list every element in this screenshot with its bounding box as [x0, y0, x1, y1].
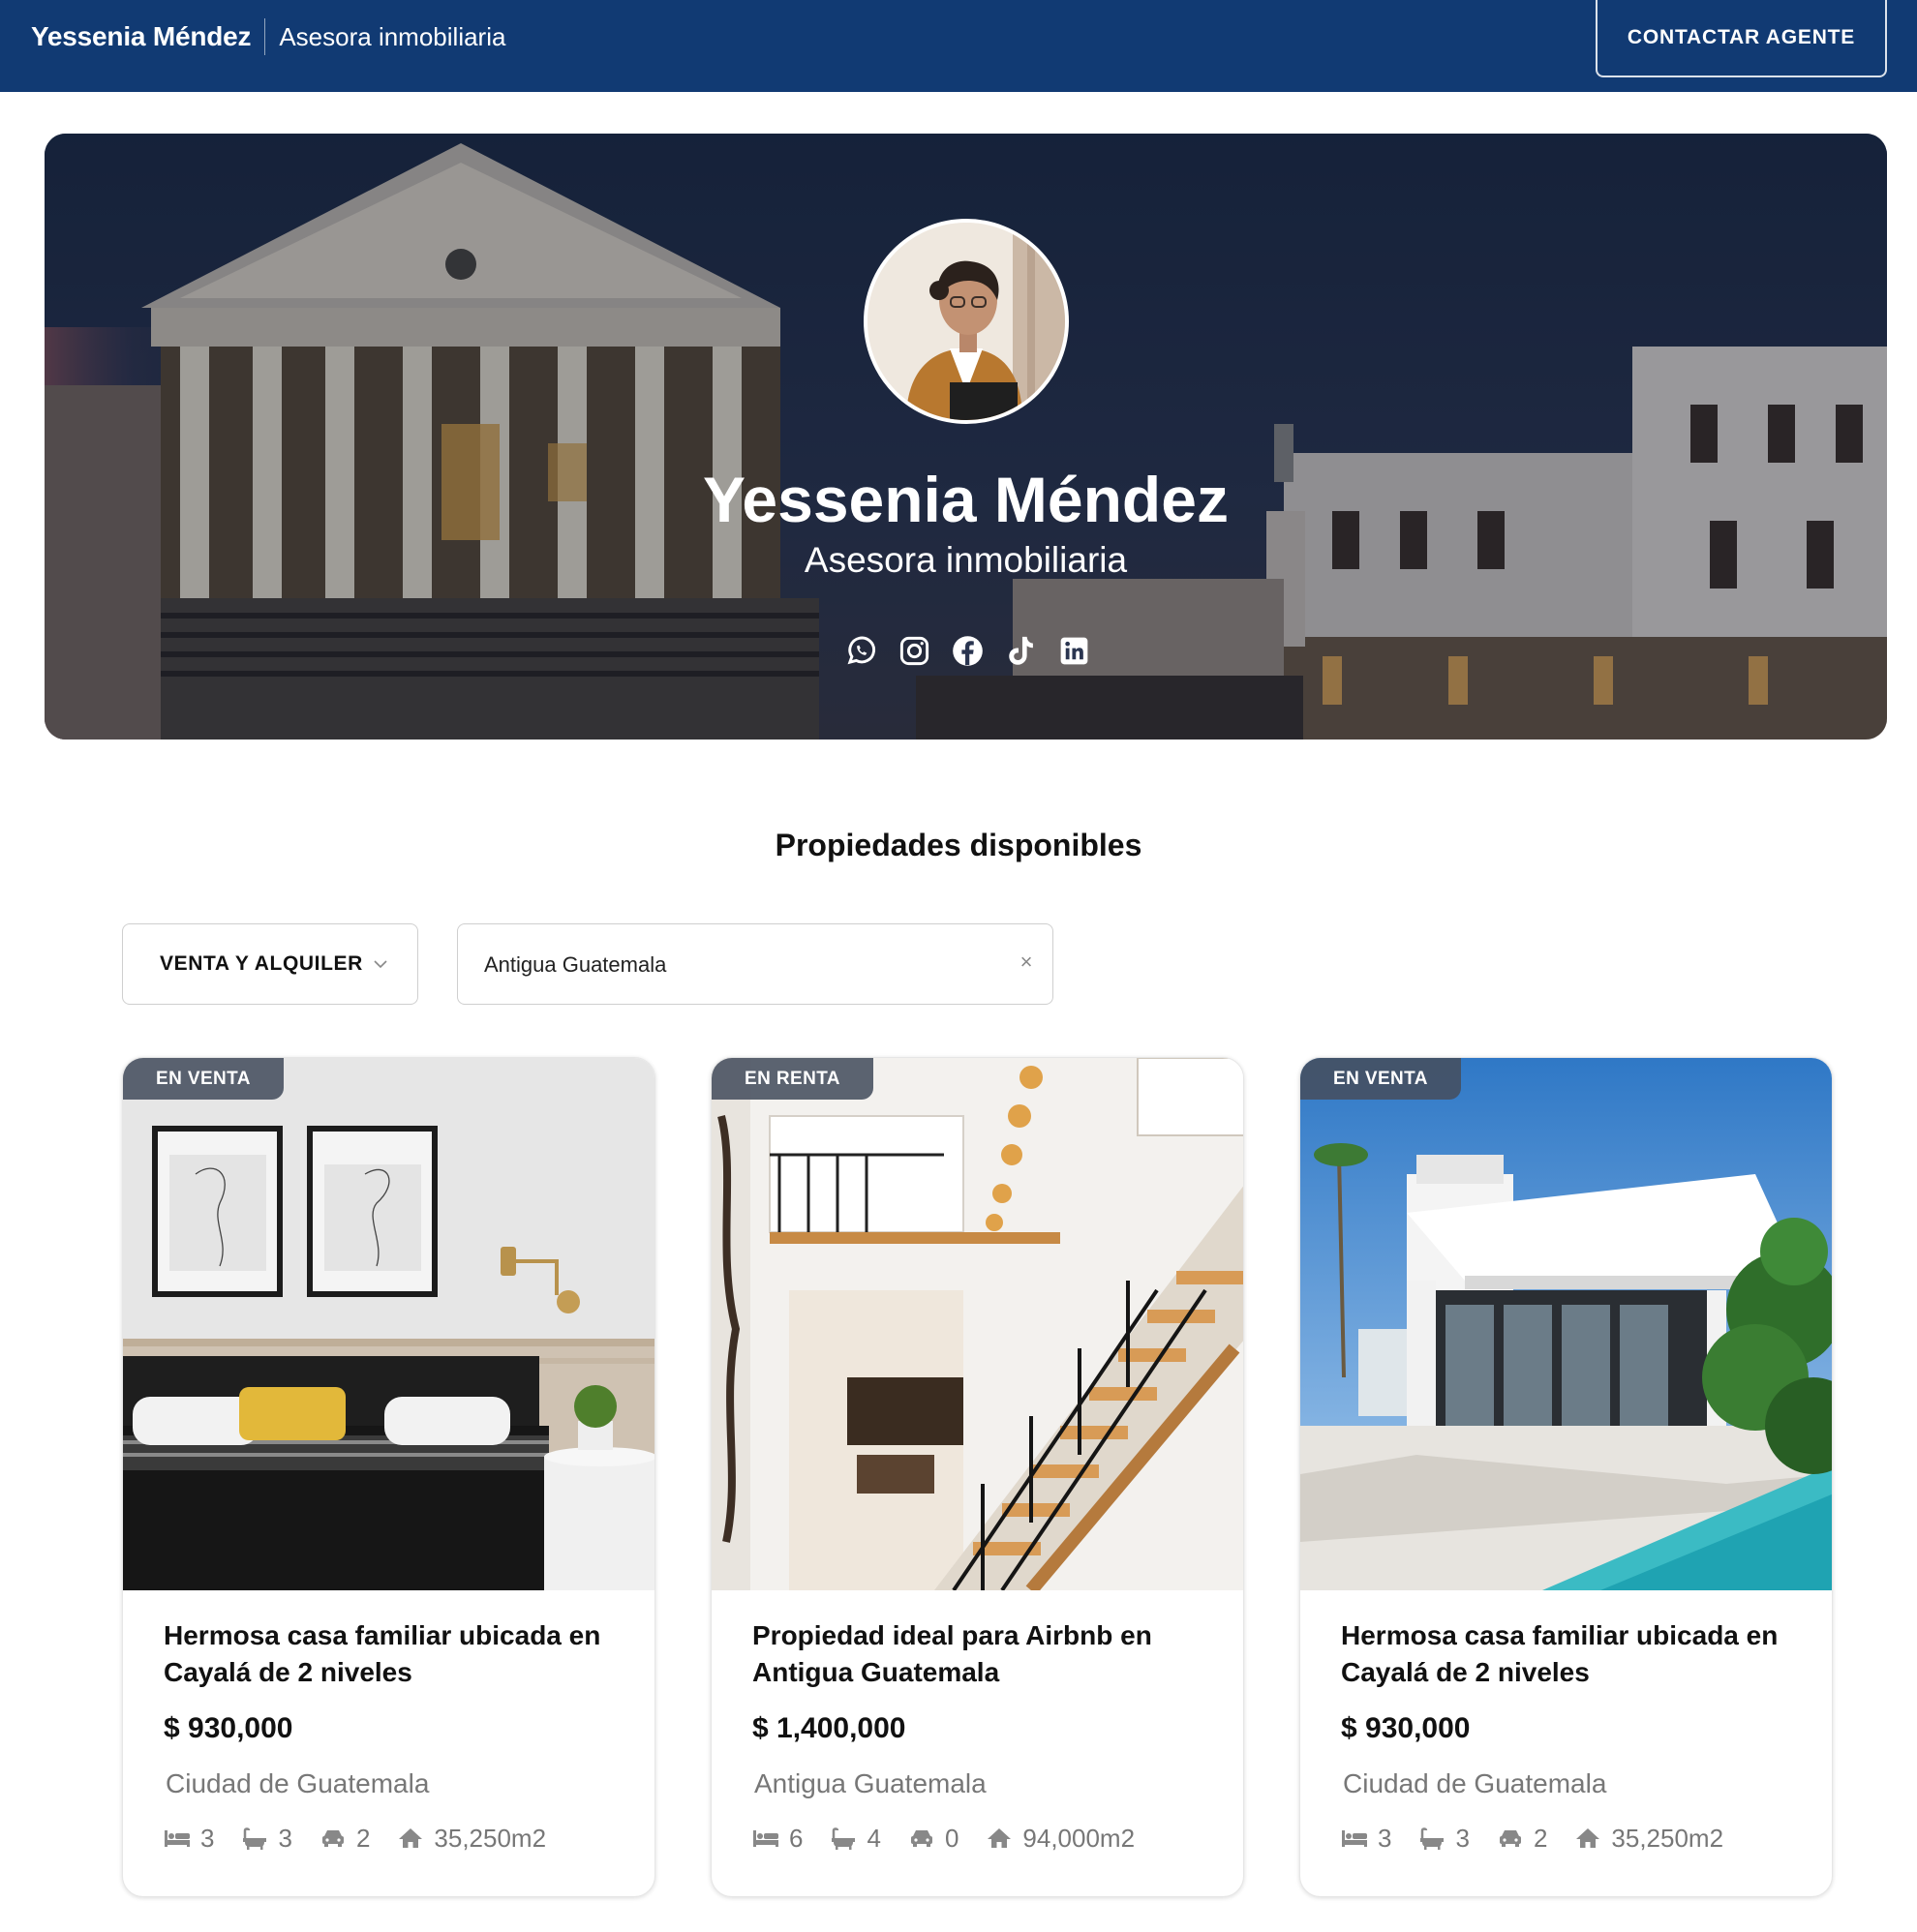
car-icon [321, 1830, 344, 1847]
contact-agent-button[interactable]: CONTACTAR AGENTE [1596, 0, 1887, 77]
bed-icon [165, 1830, 190, 1847]
property-price: $ 930,000 [1341, 1712, 1471, 1744]
car-icon [1499, 1830, 1521, 1847]
hero-banner: Yessenia Méndez Asesora inmobiliaria [45, 134, 1887, 740]
parking-count: 2 [355, 1823, 371, 1853]
area-feature: 35,250m2 [397, 1824, 546, 1854]
property-features: 3 3 2 35,250m2 [1341, 1819, 1750, 1857]
property-price: $ 930,000 [164, 1712, 293, 1744]
car-icon [910, 1830, 932, 1847]
bedrooms-feature: 6 [752, 1824, 803, 1854]
brand-role: Asesora inmobiliaria [279, 21, 506, 51]
area-value: 35,250m2 [434, 1823, 547, 1853]
bathrooms-feature: 4 [830, 1823, 881, 1854]
property-title: Hermosa casa familiar ubicada en Cayalá … [1341, 1620, 1779, 1687]
linkedin-icon[interactable] [1057, 634, 1091, 668]
property-photo: EN VENTA [123, 1058, 654, 1590]
bathrooms-count: 4 [867, 1823, 881, 1853]
bed-icon [1342, 1830, 1367, 1847]
location-search-input[interactable] [484, 944, 988, 986]
area-value: 35,250m2 [1611, 1823, 1724, 1853]
area-feature: 94,000m2 [986, 1824, 1135, 1854]
bathrooms-count: 3 [278, 1823, 292, 1853]
tiktok-icon[interactable] [1004, 634, 1038, 668]
bedrooms-count: 6 [789, 1823, 804, 1853]
agent-role: Asesora inmobiliaria [804, 540, 1128, 580]
brand[interactable]: Yessenia Méndez Asesora inmobiliaria [31, 17, 505, 56]
parking-count: 0 [944, 1823, 959, 1853]
home-icon [988, 1828, 1012, 1848]
area-value: 94,000m2 [1022, 1823, 1136, 1853]
property-location: Ciudad de Guatemala [166, 1768, 430, 1798]
bedrooms-feature: 3 [1341, 1824, 1391, 1854]
bedrooms-count: 3 [200, 1823, 215, 1853]
parking-feature: 0 [908, 1824, 958, 1854]
bath-icon [832, 1827, 856, 1850]
parking-count: 2 [1533, 1823, 1548, 1853]
bathrooms-feature: 3 [241, 1823, 292, 1854]
property-features: 6 4 0 94,000m2 [752, 1819, 1162, 1857]
section-title: Propiedades disponibles [775, 828, 1142, 862]
parking-feature: 2 [320, 1824, 370, 1854]
area-feature: 35,250m2 [1574, 1824, 1723, 1854]
agent-avatar [864, 219, 1069, 424]
status-badge: EN RENTA [712, 1058, 873, 1100]
whatsapp-icon[interactable] [844, 634, 878, 668]
location-search-field[interactable]: × [457, 923, 1053, 1005]
property-title: Propiedad ideal para Airbnb en Antigua G… [752, 1620, 1152, 1687]
agent-name: Yessenia Méndez [703, 464, 1229, 535]
property-title: Hermosa casa familiar ubicada en Cayalá … [164, 1620, 601, 1687]
facebook-icon[interactable] [951, 634, 985, 668]
bed-icon [753, 1830, 778, 1847]
property-card[interactable]: EN RENTA Propiedad ideal para Airbnb en … [711, 1057, 1244, 1897]
property-location: Ciudad de Guatemala [1343, 1768, 1607, 1798]
bedrooms-feature: 3 [164, 1824, 214, 1854]
chevron-down-icon [374, 960, 387, 969]
operation-type-select[interactable]: VENTA Y ALQUILER [122, 923, 418, 1005]
status-badge: EN VENTA [1300, 1058, 1461, 1100]
social-links [844, 634, 1091, 673]
property-card[interactable]: EN VENTA Hermosa casa familiar ubicada e… [1299, 1057, 1833, 1897]
parking-feature: 2 [1497, 1824, 1547, 1854]
status-badge: EN VENTA [123, 1058, 284, 1100]
top-navbar: Yessenia Méndez Asesora inmobiliaria CON… [0, 0, 1917, 92]
home-icon [1576, 1828, 1600, 1848]
home-icon [399, 1828, 423, 1848]
property-photo: EN VENTA [1300, 1058, 1832, 1590]
bathrooms-feature: 3 [1418, 1823, 1470, 1854]
bedrooms-count: 3 [1378, 1823, 1392, 1853]
property-features: 3 3 2 35,250m2 [164, 1819, 573, 1857]
property-price: $ 1,400,000 [752, 1712, 906, 1744]
property-photo: EN RENTA [712, 1058, 1243, 1590]
bathrooms-count: 3 [1455, 1823, 1470, 1853]
bath-icon [1420, 1827, 1445, 1850]
operation-type-value: VENTA Y ALQUILER [160, 952, 363, 975]
clear-icon[interactable]: × [1012, 948, 1041, 977]
instagram-icon[interactable] [898, 634, 931, 668]
brand-name: Yessenia Méndez [31, 21, 252, 51]
brand-divider [264, 18, 266, 55]
bath-icon [243, 1827, 267, 1850]
property-location: Antigua Guatemala [754, 1768, 987, 1798]
property-card[interactable]: EN VENTA Hermosa casa familiar ubicada e… [122, 1057, 655, 1897]
